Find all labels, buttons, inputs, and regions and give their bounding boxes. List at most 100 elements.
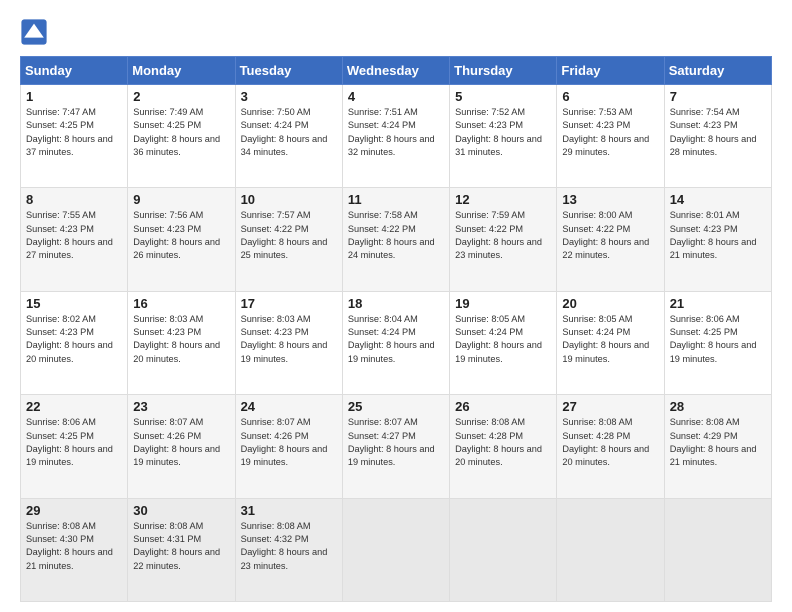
day-number: 6 bbox=[562, 89, 658, 104]
day-number: 20 bbox=[562, 296, 658, 311]
calendar-cell: 6 Sunrise: 7:53 AM Sunset: 4:23 PM Daylig… bbox=[557, 85, 664, 188]
cell-text: Sunrise: 7:53 AM Sunset: 4:23 PM Dayligh… bbox=[562, 106, 658, 159]
calendar-cell: 22 Sunrise: 8:06 AM Sunset: 4:25 PM Dayli… bbox=[21, 395, 128, 498]
day-number: 23 bbox=[133, 399, 229, 414]
calendar-day-header: Wednesday bbox=[342, 57, 449, 85]
cell-text: Sunrise: 7:58 AM Sunset: 4:22 PM Dayligh… bbox=[348, 209, 444, 262]
cell-text: Sunrise: 8:07 AM Sunset: 4:27 PM Dayligh… bbox=[348, 416, 444, 469]
cell-text: Sunrise: 7:55 AM Sunset: 4:23 PM Dayligh… bbox=[26, 209, 122, 262]
page: SundayMondayTuesdayWednesdayThursdayFrid… bbox=[0, 0, 792, 612]
calendar-cell: 16 Sunrise: 8:03 AM Sunset: 4:23 PM Dayli… bbox=[128, 291, 235, 394]
calendar-cell: 11Sunrise: 7:58 AM Sunset: 4:22 PM Dayli… bbox=[342, 188, 449, 291]
calendar-day-header: Monday bbox=[128, 57, 235, 85]
day-number: 22 bbox=[26, 399, 122, 414]
calendar-cell: 10Sunrise: 7:57 AM Sunset: 4:22 PM Dayli… bbox=[235, 188, 342, 291]
cell-text: Sunrise: 7:54 AM Sunset: 4:23 PM Dayligh… bbox=[670, 106, 766, 159]
calendar-cell: 29 Sunrise: 8:08 AM Sunset: 4:30 PM Dayli… bbox=[21, 498, 128, 601]
day-number: 30 bbox=[133, 503, 229, 518]
cell-text: Sunrise: 8:03 AM Sunset: 4:23 PM Dayligh… bbox=[241, 313, 337, 366]
calendar-cell: 24 Sunrise: 8:07 AM Sunset: 4:26 PM Dayli… bbox=[235, 395, 342, 498]
calendar-day-header: Tuesday bbox=[235, 57, 342, 85]
calendar-day-header: Sunday bbox=[21, 57, 128, 85]
cell-text: Sunrise: 7:57 AM Sunset: 4:22 PM Dayligh… bbox=[241, 209, 337, 262]
cell-text: Sunrise: 8:01 AM Sunset: 4:23 PM Dayligh… bbox=[670, 209, 766, 262]
cell-text: Sunrise: 8:08 AM Sunset: 4:29 PM Dayligh… bbox=[670, 416, 766, 469]
cell-text: Sunrise: 8:03 AM Sunset: 4:23 PM Dayligh… bbox=[133, 313, 229, 366]
logo-icon bbox=[20, 18, 48, 46]
calendar-cell: 4 Sunrise: 7:51 AM Sunset: 4:24 PM Daylig… bbox=[342, 85, 449, 188]
calendar-cell: 18 Sunrise: 8:04 AM Sunset: 4:24 PM Dayli… bbox=[342, 291, 449, 394]
calendar-cell bbox=[342, 498, 449, 601]
calendar-cell: 23 Sunrise: 8:07 AM Sunset: 4:26 PM Dayli… bbox=[128, 395, 235, 498]
calendar-day-header: Saturday bbox=[664, 57, 771, 85]
calendar-cell: 30 Sunrise: 8:08 AM Sunset: 4:31 PM Dayli… bbox=[128, 498, 235, 601]
cell-text: Sunrise: 8:05 AM Sunset: 4:24 PM Dayligh… bbox=[455, 313, 551, 366]
calendar-cell: 31Sunrise: 8:08 AM Sunset: 4:32 PM Dayli… bbox=[235, 498, 342, 601]
day-number: 9 bbox=[133, 192, 229, 207]
calendar-day-header: Friday bbox=[557, 57, 664, 85]
calendar-cell: 17 Sunrise: 8:03 AM Sunset: 4:23 PM Dayli… bbox=[235, 291, 342, 394]
calendar-cell: 28 Sunrise: 8:08 AM Sunset: 4:29 PM Dayli… bbox=[664, 395, 771, 498]
day-number: 14 bbox=[670, 192, 766, 207]
calendar-table: SundayMondayTuesdayWednesdayThursdayFrid… bbox=[20, 56, 772, 602]
day-number: 28 bbox=[670, 399, 766, 414]
day-number: 18 bbox=[348, 296, 444, 311]
calendar-week-row: 1 Sunrise: 7:47 AM Sunset: 4:25 PM Daylig… bbox=[21, 85, 772, 188]
cell-text: Sunrise: 8:08 AM Sunset: 4:31 PM Dayligh… bbox=[133, 520, 229, 573]
calendar-week-row: 29 Sunrise: 8:08 AM Sunset: 4:30 PM Dayli… bbox=[21, 498, 772, 601]
cell-text: Sunrise: 7:52 AM Sunset: 4:23 PM Dayligh… bbox=[455, 106, 551, 159]
cell-text: Sunrise: 8:00 AM Sunset: 4:22 PM Dayligh… bbox=[562, 209, 658, 262]
calendar-week-row: 8 Sunrise: 7:55 AM Sunset: 4:23 PM Daylig… bbox=[21, 188, 772, 291]
day-number: 29 bbox=[26, 503, 122, 518]
calendar-week-row: 15Sunrise: 8:02 AM Sunset: 4:23 PM Dayli… bbox=[21, 291, 772, 394]
day-number: 25 bbox=[348, 399, 444, 414]
calendar-cell: 5 Sunrise: 7:52 AM Sunset: 4:23 PM Daylig… bbox=[450, 85, 557, 188]
calendar-cell: 19 Sunrise: 8:05 AM Sunset: 4:24 PM Dayli… bbox=[450, 291, 557, 394]
cell-text: Sunrise: 7:50 AM Sunset: 4:24 PM Dayligh… bbox=[241, 106, 337, 159]
calendar-week-row: 22 Sunrise: 8:06 AM Sunset: 4:25 PM Dayli… bbox=[21, 395, 772, 498]
day-number: 12 bbox=[455, 192, 551, 207]
day-number: 19 bbox=[455, 296, 551, 311]
calendar-cell: 26 Sunrise: 8:08 AM Sunset: 4:28 PM Dayli… bbox=[450, 395, 557, 498]
day-number: 13 bbox=[562, 192, 658, 207]
day-number: 8 bbox=[26, 192, 122, 207]
cell-text: Sunrise: 8:08 AM Sunset: 4:32 PM Dayligh… bbox=[241, 520, 337, 573]
cell-text: Sunrise: 7:49 AM Sunset: 4:25 PM Dayligh… bbox=[133, 106, 229, 159]
day-number: 26 bbox=[455, 399, 551, 414]
calendar-header-row: SundayMondayTuesdayWednesdayThursdayFrid… bbox=[21, 57, 772, 85]
calendar-cell: 15Sunrise: 8:02 AM Sunset: 4:23 PM Dayli… bbox=[21, 291, 128, 394]
calendar-cell: 2 Sunrise: 7:49 AM Sunset: 4:25 PM Daylig… bbox=[128, 85, 235, 188]
calendar-cell bbox=[557, 498, 664, 601]
calendar-cell: 20 Sunrise: 8:05 AM Sunset: 4:24 PM Dayli… bbox=[557, 291, 664, 394]
calendar-day-header: Thursday bbox=[450, 57, 557, 85]
cell-text: Sunrise: 8:08 AM Sunset: 4:28 PM Dayligh… bbox=[562, 416, 658, 469]
cell-text: Sunrise: 8:08 AM Sunset: 4:28 PM Dayligh… bbox=[455, 416, 551, 469]
header bbox=[20, 18, 772, 46]
cell-text: Sunrise: 8:07 AM Sunset: 4:26 PM Dayligh… bbox=[133, 416, 229, 469]
day-number: 4 bbox=[348, 89, 444, 104]
cell-text: Sunrise: 8:04 AM Sunset: 4:24 PM Dayligh… bbox=[348, 313, 444, 366]
day-number: 24 bbox=[241, 399, 337, 414]
calendar-cell: 1 Sunrise: 7:47 AM Sunset: 4:25 PM Daylig… bbox=[21, 85, 128, 188]
calendar-cell: 13 Sunrise: 8:00 AM Sunset: 4:22 PM Dayli… bbox=[557, 188, 664, 291]
day-number: 3 bbox=[241, 89, 337, 104]
calendar-cell: 27 Sunrise: 8:08 AM Sunset: 4:28 PM Dayli… bbox=[557, 395, 664, 498]
day-number: 15 bbox=[26, 296, 122, 311]
cell-text: Sunrise: 8:06 AM Sunset: 4:25 PM Dayligh… bbox=[26, 416, 122, 469]
calendar-cell: 9Sunrise: 7:56 AM Sunset: 4:23 PM Daylig… bbox=[128, 188, 235, 291]
day-number: 17 bbox=[241, 296, 337, 311]
day-number: 2 bbox=[133, 89, 229, 104]
cell-text: Sunrise: 7:51 AM Sunset: 4:24 PM Dayligh… bbox=[348, 106, 444, 159]
day-number: 7 bbox=[670, 89, 766, 104]
day-number: 1 bbox=[26, 89, 122, 104]
logo bbox=[20, 18, 52, 46]
day-number: 16 bbox=[133, 296, 229, 311]
day-number: 27 bbox=[562, 399, 658, 414]
day-number: 5 bbox=[455, 89, 551, 104]
calendar-cell bbox=[664, 498, 771, 601]
cell-text: Sunrise: 8:07 AM Sunset: 4:26 PM Dayligh… bbox=[241, 416, 337, 469]
calendar-cell: 3 Sunrise: 7:50 AM Sunset: 4:24 PM Daylig… bbox=[235, 85, 342, 188]
cell-text: Sunrise: 7:47 AM Sunset: 4:25 PM Dayligh… bbox=[26, 106, 122, 159]
cell-text: Sunrise: 8:05 AM Sunset: 4:24 PM Dayligh… bbox=[562, 313, 658, 366]
cell-text: Sunrise: 8:08 AM Sunset: 4:30 PM Dayligh… bbox=[26, 520, 122, 573]
